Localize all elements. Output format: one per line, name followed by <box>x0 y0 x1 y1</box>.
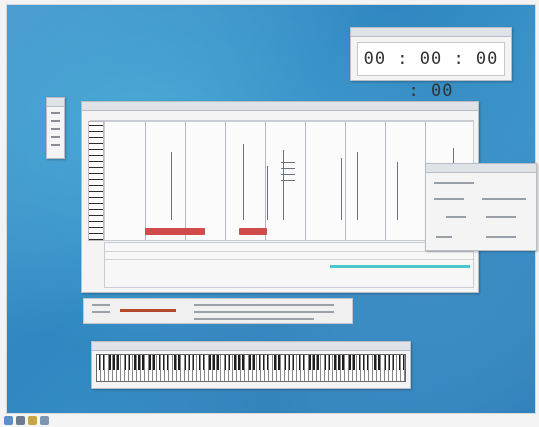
palette-tool[interactable] <box>51 136 60 138</box>
piano-roll-keys[interactable] <box>88 121 104 241</box>
controller-curve[interactable] <box>330 265 470 268</box>
speaker-icon[interactable] <box>40 416 49 425</box>
note-event[interactable] <box>171 152 172 220</box>
note-event[interactable] <box>397 162 398 220</box>
selected-region[interactable] <box>239 228 267 235</box>
dialog-field[interactable] <box>446 216 466 218</box>
note-grid[interactable] <box>104 121 474 241</box>
keyboard-titlebar[interactable] <box>92 342 410 351</box>
bar-line <box>345 122 346 240</box>
note-event[interactable] <box>281 162 295 163</box>
dialog-field[interactable] <box>486 216 516 218</box>
palette-tool[interactable] <box>51 120 60 122</box>
event-dialog[interactable] <box>425 163 537 251</box>
palette-icon[interactable] <box>4 416 13 425</box>
piano-roll-toolbar[interactable] <box>90 112 474 121</box>
transport-field[interactable] <box>194 318 314 320</box>
note-event[interactable] <box>243 144 244 220</box>
tool-palette[interactable] <box>46 97 65 159</box>
palette-tool[interactable] <box>51 112 60 114</box>
palette-tool[interactable] <box>51 144 60 146</box>
lane-divider <box>105 259 473 260</box>
piano-roll-titlebar[interactable] <box>82 102 478 111</box>
dialog-field[interactable] <box>482 198 526 200</box>
folder-icon[interactable] <box>28 416 37 425</box>
piano-keyboard-icon[interactable] <box>16 416 25 425</box>
note-event[interactable] <box>267 166 268 220</box>
dialog-field[interactable] <box>434 198 464 200</box>
controller-lane[interactable] <box>104 242 474 288</box>
timer-titlebar[interactable] <box>351 28 511 37</box>
dialog-titlebar[interactable] <box>426 164 536 173</box>
lane-divider <box>105 251 473 252</box>
timer-window[interactable]: 00 : 00 : 00 : 00 <box>350 27 512 101</box>
bar-line <box>185 122 186 240</box>
note-event[interactable] <box>281 174 295 175</box>
note-event[interactable] <box>281 180 295 181</box>
dialog-field[interactable] <box>434 182 474 184</box>
desktop: 00 : 00 : 00 : 00 <box>6 4 537 414</box>
palette-tool[interactable] <box>51 128 60 130</box>
selected-region[interactable] <box>145 228 205 235</box>
bar-line <box>265 122 266 240</box>
transport-label <box>92 304 110 306</box>
piano-keyboard[interactable] <box>96 354 406 382</box>
bar-line <box>145 122 146 240</box>
transport-field[interactable] <box>194 311 334 313</box>
dialog-button[interactable] <box>436 236 452 238</box>
note-event[interactable] <box>357 152 358 220</box>
virtual-keyboard-window[interactable] <box>91 341 411 389</box>
timecode-display: 00 : 00 : 00 : 00 <box>357 42 505 101</box>
note-event[interactable] <box>283 150 284 220</box>
bar-line <box>385 122 386 240</box>
transport-label <box>92 311 110 313</box>
dialog-button[interactable] <box>486 236 516 238</box>
position-slider[interactable] <box>120 309 176 312</box>
bar-line <box>305 122 306 240</box>
note-event[interactable] <box>341 158 342 220</box>
transport-field[interactable] <box>194 304 334 306</box>
taskbar <box>0 414 539 427</box>
transport-bar[interactable] <box>83 298 353 324</box>
palette-titlebar[interactable] <box>47 98 64 107</box>
piano-roll-window[interactable] <box>81 101 479 293</box>
note-event[interactable] <box>281 168 295 169</box>
bar-line <box>225 122 226 240</box>
